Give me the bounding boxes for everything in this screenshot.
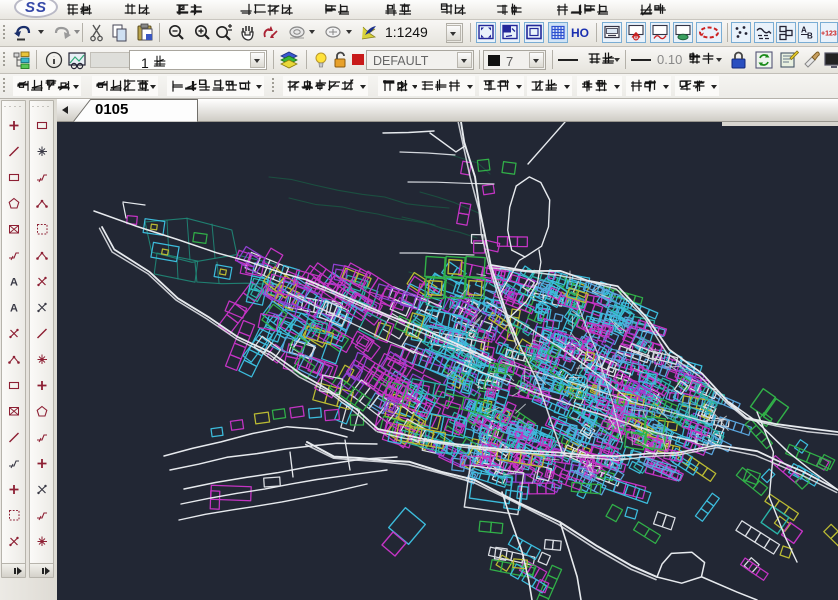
svg-text:A: A <box>10 277 18 289</box>
svg-text:B: B <box>807 32 813 41</box>
svg-text:A: A <box>10 303 18 315</box>
svg-text:+123: +123 <box>821 31 837 38</box>
